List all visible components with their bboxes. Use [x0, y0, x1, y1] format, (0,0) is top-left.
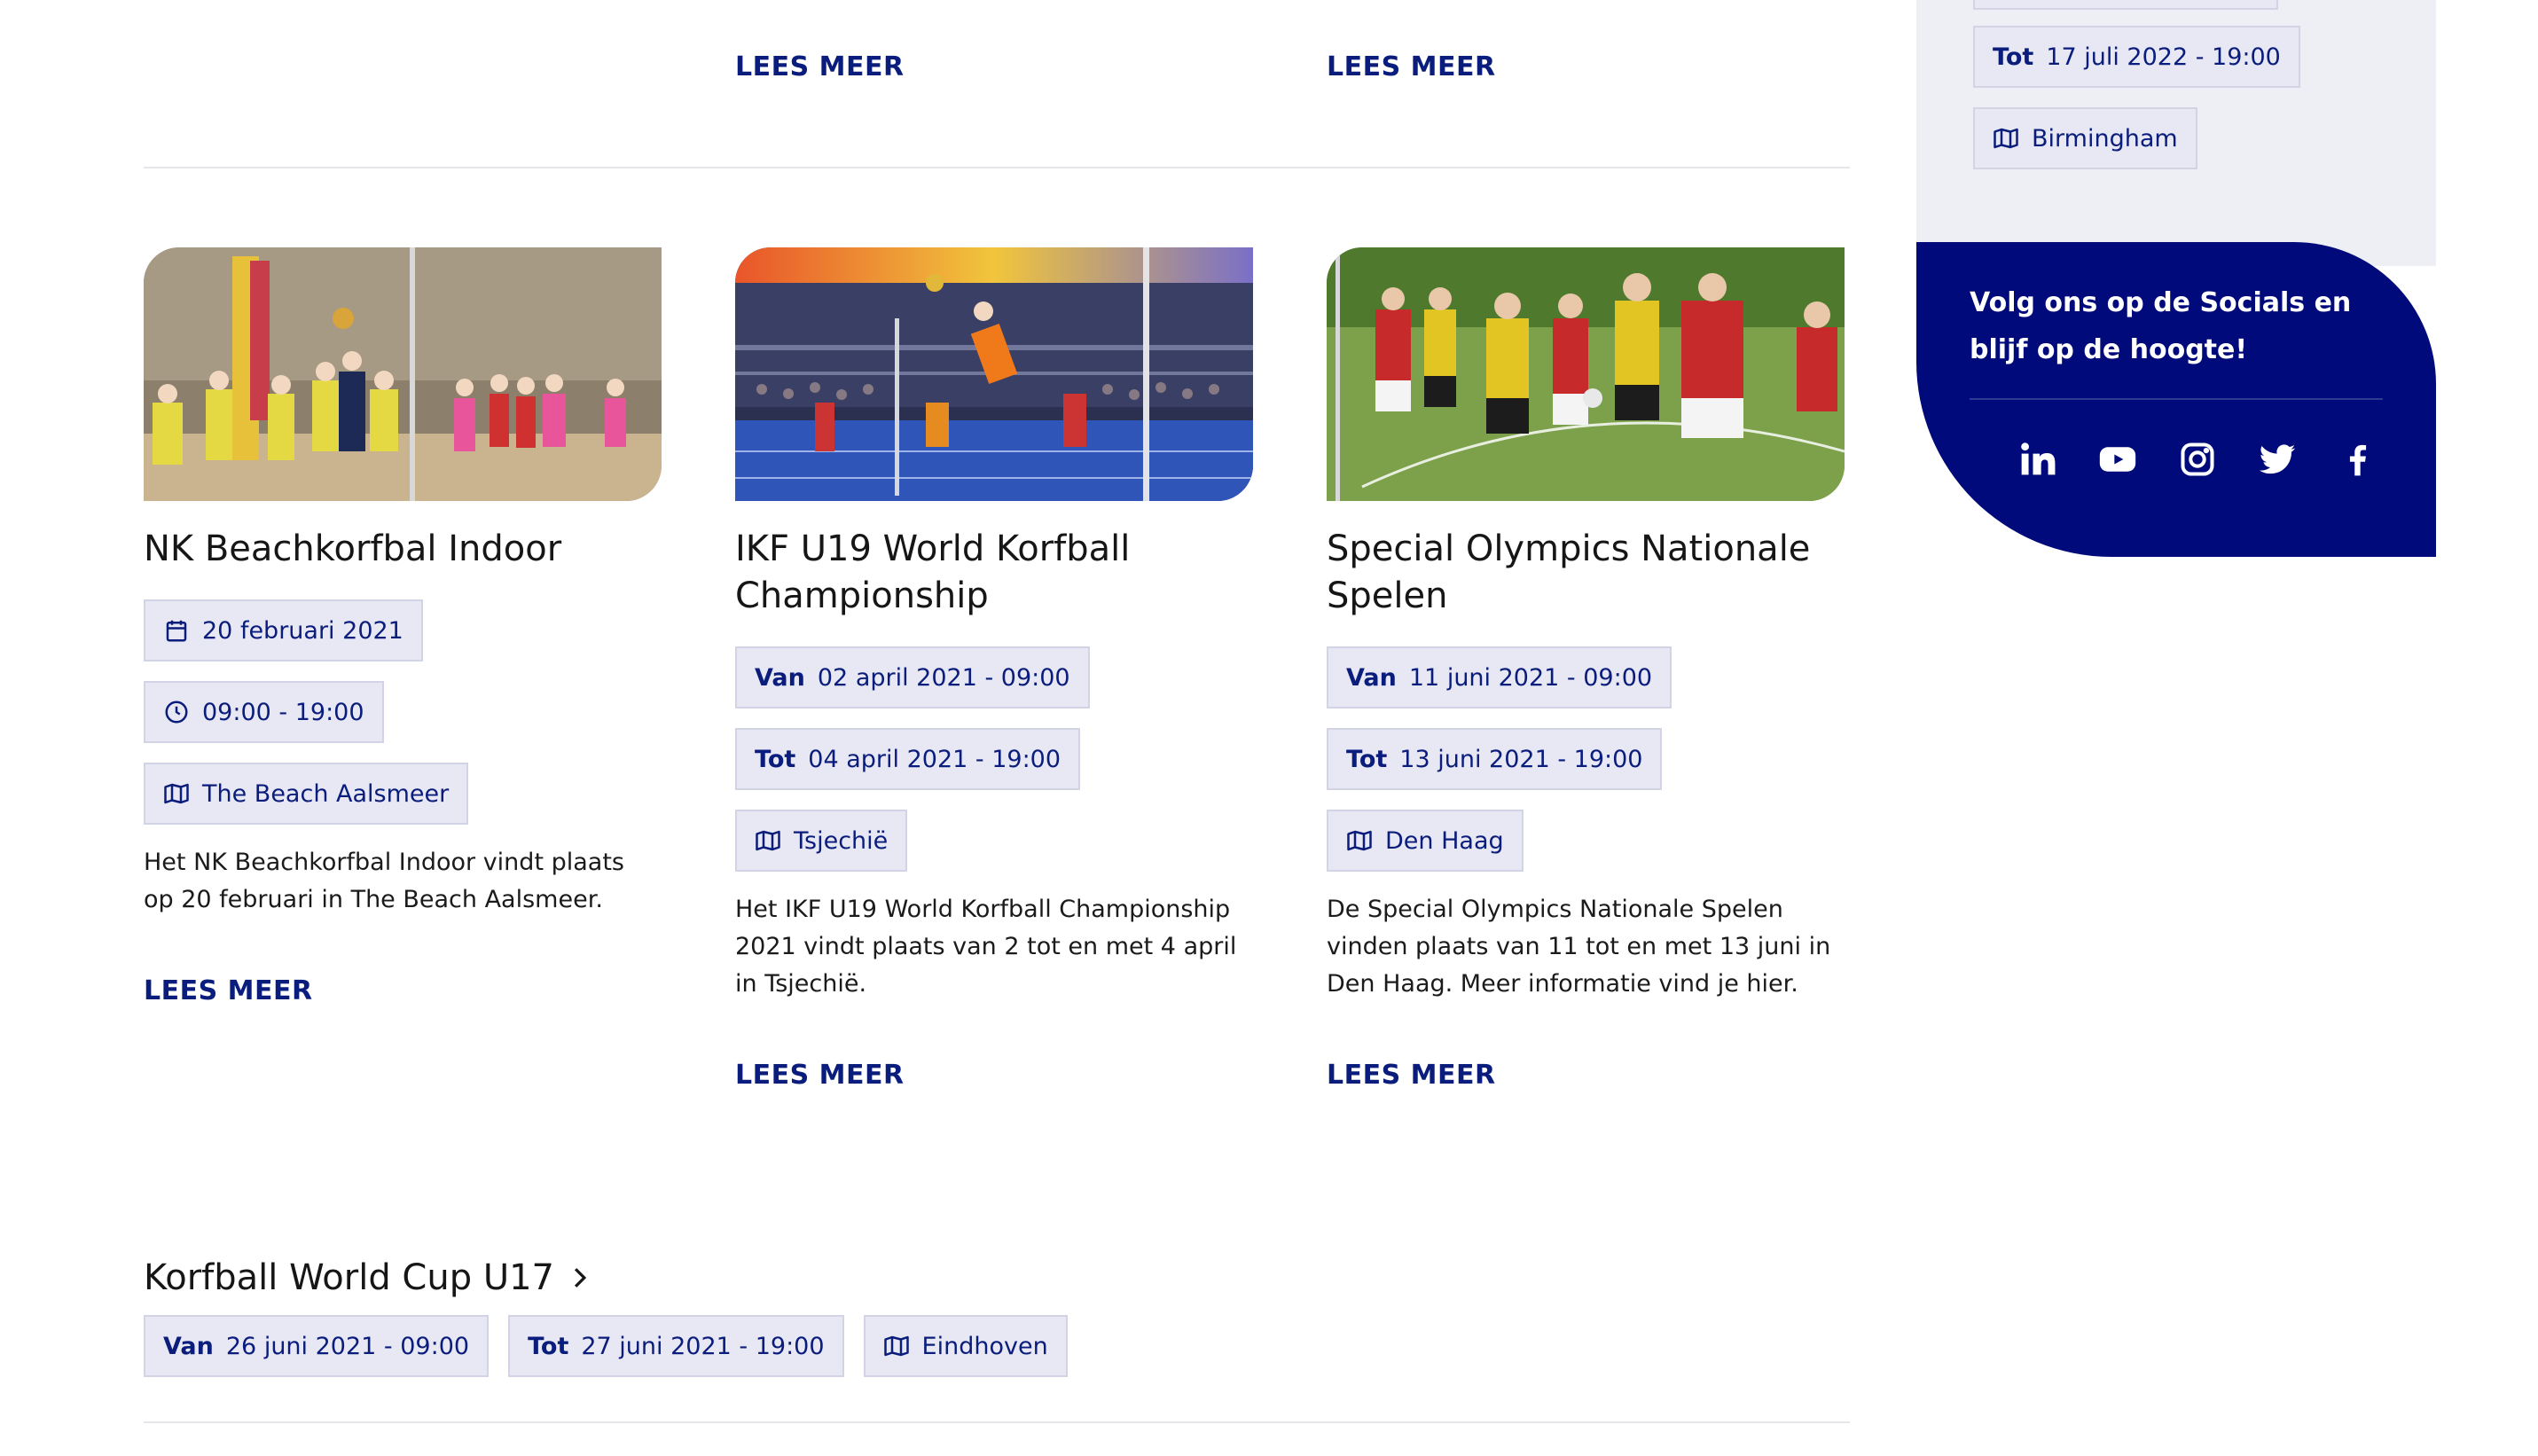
start-date-chip: Van 11 juni 2021 - 09:00 — [1327, 646, 1672, 708]
end-prefix: Tot — [1346, 745, 1388, 773]
end-value: 13 juni 2021 - 19:00 — [1399, 745, 1643, 773]
time-value: 09:00 - 19:00 — [202, 698, 364, 726]
end-date-chip: Tot 04 april 2021 - 19:00 — [735, 728, 1081, 790]
read-more-link[interactable]: LEES MEER — [735, 51, 905, 82]
event-description: De Special Olympics Nationale Spelen vin… — [1327, 896, 1831, 998]
start-prefix: Van — [755, 663, 805, 692]
calendar-icon — [166, 620, 187, 642]
event-card: NK Beachkorfbal Indoor 20 februari 2021 … — [144, 247, 662, 1006]
date-value: 20 februari 2021 — [202, 616, 403, 645]
location-label: Eindhoven — [921, 1332, 1048, 1360]
event-meta: 20 februari 2021 09:00 - 19:00 The Beach… — [144, 599, 662, 825]
event-photo[interactable] — [144, 247, 662, 501]
read-more-link[interactable]: LEES MEER — [144, 975, 313, 1006]
map-icon — [883, 1335, 909, 1357]
end-date-chip: Tot 27 juni 2021 - 19:00 — [508, 1315, 844, 1377]
start-date-chip: Van 02 april 2021 - 09:00 — [735, 646, 1090, 708]
read-more-link[interactable]: LEES MEER — [1327, 1060, 1496, 1091]
instagram-icon[interactable] — [2177, 439, 2218, 480]
row-divider — [144, 167, 1850, 168]
socials-divider — [1970, 398, 2383, 400]
end-date-chip: Tot 13 juni 2021 - 19:00 — [1327, 728, 1663, 790]
location-chip: Eindhoven — [863, 1315, 1068, 1377]
clock-icon — [165, 701, 188, 724]
facebook-icon[interactable] — [2337, 439, 2377, 480]
event-description: Het IKF U19 World Korfball Championship … — [735, 896, 1237, 998]
event-title: Korfball World Cup U17 — [144, 1257, 554, 1298]
date-chip: 20 februari 2021 — [144, 599, 423, 661]
location-label: The Beach Aalsmeer — [202, 779, 450, 808]
linkedin-icon[interactable] — [2017, 439, 2058, 480]
location-chip: The Beach Aalsmeer — [144, 763, 469, 825]
map-icon — [164, 783, 189, 804]
twitter-icon[interactable] — [2257, 439, 2298, 480]
start-prefix: Van — [1346, 663, 1397, 692]
end-prefix: Tot — [1993, 43, 2034, 71]
location-chip: Birmingham — [1973, 107, 2197, 169]
event-photo[interactable] — [735, 247, 1253, 501]
chevron-right-icon — [574, 1268, 587, 1288]
location-label: Birmingham — [2032, 124, 2178, 153]
event-description: Het NK Beachkorfbal Indoor vindt plaats … — [144, 849, 624, 913]
read-more-link[interactable]: LEES MEER — [735, 1060, 905, 1091]
start-value: 26 juni 2021 - 09:00 — [225, 1332, 470, 1360]
end-prefix: Tot — [528, 1332, 569, 1360]
event-meta: Van 11 juni 2021 - 09:00 Tot 13 juni 202… — [1327, 646, 1845, 872]
time-chip: 09:00 - 19:00 — [144, 681, 384, 743]
end-prefix: Tot — [755, 745, 796, 773]
event-title-link[interactable]: Korfball World Cup U17 — [144, 1257, 590, 1298]
social-icons — [1970, 439, 2383, 480]
event-meta: Van 26 juni 2021 - 09:00 Tot 27 juni 202… — [144, 1315, 1068, 1377]
read-more-link[interactable]: LEES MEER — [1327, 51, 1496, 82]
sidebar-panel: Tot 17 juli 2022 - 19:00 Birmingham — [1916, 0, 2436, 266]
start-value: 02 april 2021 - 09:00 — [817, 663, 1070, 692]
event-title[interactable]: NK Beachkorfbal Indoor — [144, 526, 662, 573]
event-card: Special Olympics Nationale Spelen Van 11… — [1327, 247, 1845, 1091]
location-label: Tsjechië — [794, 826, 889, 855]
start-date-chip: Van 26 juni 2021 - 09:00 — [144, 1315, 490, 1377]
map-icon — [1994, 128, 2018, 149]
event-title[interactable]: IKF U19 World Korfball Championship — [735, 526, 1253, 620]
event-photo[interactable] — [1327, 247, 1845, 501]
start-prefix: Van — [163, 1332, 214, 1360]
map-icon — [1347, 830, 1372, 851]
map-icon — [756, 830, 780, 851]
location-label: Den Haag — [1385, 826, 1504, 855]
event-meta: Van 02 april 2021 - 09:00 Tot 04 april 2… — [735, 646, 1253, 872]
location-chip: Den Haag — [1327, 810, 1524, 872]
youtube-icon[interactable] — [2097, 439, 2138, 480]
event-card: IKF U19 World Korfball Championship Van … — [735, 247, 1253, 1091]
chip-remnant — [1973, 0, 2278, 10]
end-date-chip: Tot 17 juli 2022 - 19:00 — [1973, 26, 2300, 88]
end-value: 17 juli 2022 - 19:00 — [2046, 43, 2281, 71]
location-chip: Tsjechië — [735, 810, 908, 872]
socials-panel: Volg ons op de Socials en blijf op de ho… — [1916, 242, 2436, 557]
row-divider — [144, 1421, 1850, 1423]
start-value: 11 juni 2021 - 09:00 — [1408, 663, 1653, 692]
end-value: 27 juni 2021 - 19:00 — [581, 1332, 825, 1360]
socials-message: Volg ons op de Socials en blijf op de ho… — [1970, 287, 2352, 365]
event-title[interactable]: Special Olympics Nationale Spelen — [1327, 526, 1845, 620]
end-value: 04 april 2021 - 19:00 — [808, 745, 1061, 773]
